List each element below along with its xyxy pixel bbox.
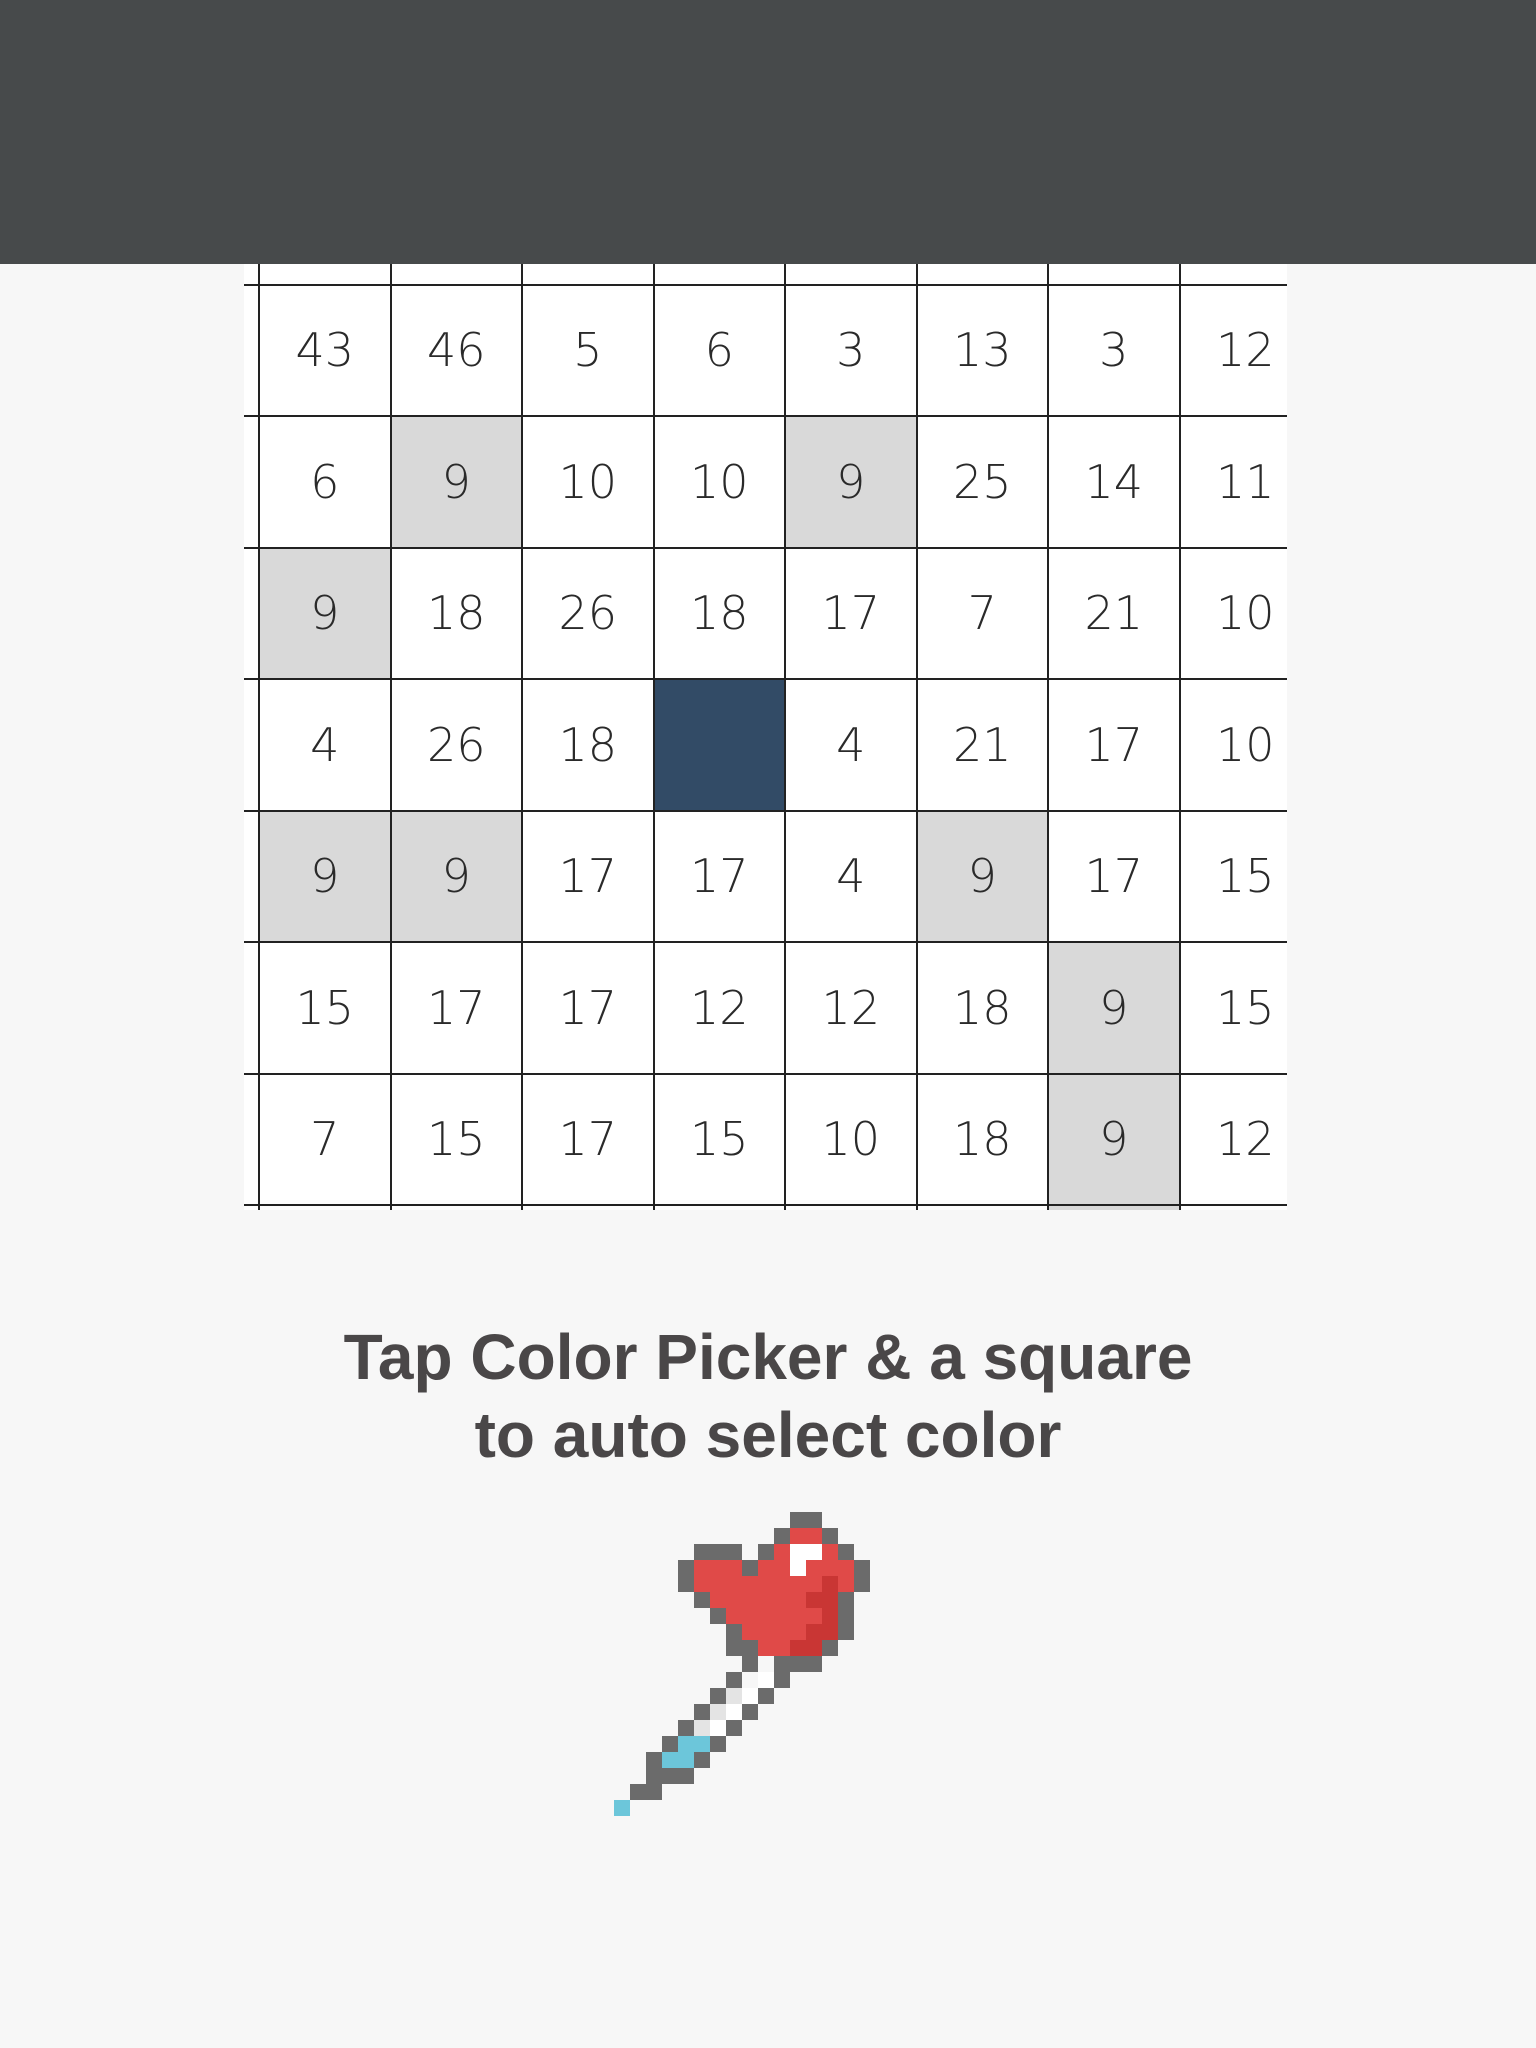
grid-cell[interactable]: 17 bbox=[784, 546, 916, 678]
grid-cell[interactable]: 21 bbox=[1047, 546, 1179, 678]
grid-cell[interactable]: 12 bbox=[1178, 1072, 1287, 1204]
grid-cell[interactable]: 7 bbox=[258, 1072, 390, 1204]
grid-cell[interactable] bbox=[784, 1204, 916, 1210]
grid-cell[interactable]: 18 bbox=[915, 1072, 1047, 1204]
instruction-line-1: Tap Color Picker & a square bbox=[343, 1321, 1193, 1393]
grid-cell[interactable]: 9 bbox=[389, 415, 521, 547]
grid-cell[interactable]: 6 bbox=[258, 415, 390, 547]
color-picker-icon[interactable] bbox=[598, 1512, 934, 1848]
grid-cell[interactable] bbox=[652, 264, 784, 284]
grid-cell[interactable]: 7 bbox=[915, 546, 1047, 678]
grid-cell[interactable]: 17 bbox=[521, 809, 653, 941]
grid-cell[interactable] bbox=[915, 1204, 1047, 1210]
grid-cell[interactable]: 9 bbox=[915, 809, 1047, 941]
grid-cell[interactable] bbox=[652, 678, 784, 810]
grid-cell[interactable]: 12 bbox=[652, 941, 784, 1073]
grid-cell[interactable]: 9 bbox=[784, 415, 916, 547]
grid-cell[interactable]: 3 bbox=[1047, 283, 1179, 415]
grid-cell[interactable]: 18 bbox=[652, 546, 784, 678]
grid-cell[interactable]: 17 bbox=[389, 941, 521, 1073]
grid-line-stub bbox=[244, 415, 258, 417]
grid-cell[interactable]: 17 bbox=[1047, 678, 1179, 810]
grid-cell[interactable]: 21 bbox=[915, 678, 1047, 810]
grid-cell[interactable]: 15 bbox=[1178, 941, 1287, 1073]
grid-cell[interactable]: 12 bbox=[784, 941, 916, 1073]
grid-cell[interactable] bbox=[389, 1204, 521, 1210]
grid-cell[interactable]: 10 bbox=[784, 1072, 916, 1204]
grid-cell[interactable]: 26 bbox=[389, 678, 521, 810]
grid-cell[interactable]: 10 bbox=[652, 415, 784, 547]
grid-cell[interactable]: 17 bbox=[1047, 809, 1179, 941]
grid-cell[interactable] bbox=[258, 1204, 390, 1210]
grid-cell[interactable]: 3 bbox=[784, 283, 916, 415]
grid-cell[interactable]: 15 bbox=[389, 1072, 521, 1204]
grid-line-stub bbox=[244, 283, 258, 286]
grid-cell[interactable]: 10 bbox=[521, 415, 653, 547]
eyedropper-icon bbox=[614, 1512, 870, 1816]
grid-line-stub bbox=[244, 1204, 258, 1206]
grid-cell[interactable] bbox=[1178, 1204, 1287, 1210]
grid-cell[interactable]: 46 bbox=[389, 283, 521, 415]
grid-cell[interactable] bbox=[521, 264, 653, 284]
grid-cell[interactable]: 9 bbox=[1047, 941, 1179, 1073]
grid-cell[interactable]: 13 bbox=[915, 283, 1047, 415]
grid-cell[interactable]: 4 bbox=[784, 809, 916, 941]
grid-cell[interactable] bbox=[521, 1204, 653, 1210]
grid-line-stub bbox=[244, 941, 258, 943]
grid-cell[interactable]: 9 bbox=[1047, 1072, 1179, 1204]
grid-cell[interactable]: 18 bbox=[915, 941, 1047, 1073]
grid-cell[interactable]: 14 bbox=[1047, 415, 1179, 547]
grid-cell[interactable]: 25 bbox=[915, 415, 1047, 547]
grid-cell[interactable] bbox=[784, 264, 916, 284]
grid-line-stub bbox=[244, 678, 258, 680]
grid-line-stub bbox=[244, 809, 258, 812]
grid-cell[interactable]: 26 bbox=[521, 546, 653, 678]
top-bar bbox=[0, 0, 1536, 264]
grid-cell[interactable]: 11 bbox=[1178, 415, 1287, 547]
grid-cell[interactable] bbox=[1047, 1204, 1179, 1210]
grid-cell[interactable] bbox=[258, 264, 390, 284]
grid-cell[interactable]: 4 bbox=[784, 678, 916, 810]
instruction-text: Tap Color Picker & a square to auto sele… bbox=[0, 1318, 1536, 1474]
number-grid-viewport[interactable]: 43 46 5 6 3 13 3 12 6 9 10 10 9 25 14 11 9 18 26 18 17 7 21 10 4… bbox=[244, 264, 1287, 1210]
grid-cell[interactable]: 12 bbox=[1178, 283, 1287, 415]
grid-cell[interactable]: 15 bbox=[258, 941, 390, 1073]
grid-cell[interactable]: 17 bbox=[521, 1072, 653, 1204]
grid-cell[interactable] bbox=[1047, 264, 1179, 284]
grid-cell[interactable] bbox=[652, 1204, 784, 1210]
grid-cell[interactable] bbox=[389, 264, 521, 284]
grid-cell[interactable]: 6 bbox=[652, 283, 784, 415]
grid-cell[interactable]: 15 bbox=[1178, 809, 1287, 941]
grid-cell[interactable]: 4 bbox=[258, 678, 390, 810]
grid-cell[interactable] bbox=[1178, 264, 1287, 284]
grid-cell[interactable]: 43 bbox=[258, 283, 390, 415]
instruction-line-2: to auto select color bbox=[474, 1399, 1062, 1471]
grid-cell[interactable]: 9 bbox=[389, 809, 521, 941]
grid-cell[interactable]: 10 bbox=[1178, 546, 1287, 678]
grid-cell[interactable]: 9 bbox=[258, 546, 390, 678]
grid-cell[interactable]: 17 bbox=[521, 941, 653, 1073]
grid-cell[interactable]: 17 bbox=[652, 809, 784, 941]
grid-line-stub bbox=[244, 1072, 258, 1075]
grid-cell[interactable]: 18 bbox=[389, 546, 521, 678]
grid-cell[interactable] bbox=[915, 264, 1047, 284]
grid-cell[interactable]: 10 bbox=[1178, 678, 1287, 810]
number-grid[interactable]: 43 46 5 6 3 13 3 12 6 9 10 10 9 25 14 11 9 18 26 18 17 7 21 10 4… bbox=[258, 264, 1287, 1210]
grid-cell[interactable]: 5 bbox=[521, 283, 653, 415]
grid-cell[interactable]: 18 bbox=[521, 678, 653, 810]
grid-cell[interactable]: 9 bbox=[258, 809, 390, 941]
grid-line-stub bbox=[244, 546, 258, 549]
grid-cell[interactable]: 15 bbox=[652, 1072, 784, 1204]
